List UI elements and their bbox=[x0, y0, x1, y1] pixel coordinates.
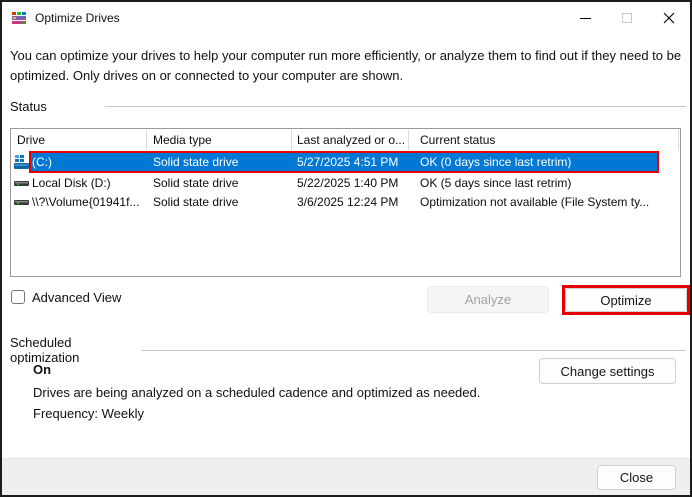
drive-row-volume[interactable]: \\?\Volume{01941f... Solid state drive 3… bbox=[11, 192, 680, 211]
drive-row-c[interactable]: (C:) Solid state drive 5/27/2025 4:51 PM… bbox=[11, 151, 680, 173]
optimize-drives-dialog: Optimize Drives You can optimize your dr… bbox=[0, 0, 692, 497]
drive-icon bbox=[14, 199, 29, 205]
column-header-current-status[interactable]: Current status bbox=[420, 129, 495, 151]
optimize-button[interactable]: Optimize bbox=[565, 288, 687, 312]
change-settings-button[interactable]: Change settings bbox=[539, 358, 676, 384]
scheduled-optimization-label: Scheduled optimization bbox=[10, 335, 80, 365]
cell-last-analyzed: 5/27/2025 4:51 PM bbox=[297, 155, 399, 169]
column-divider[interactable] bbox=[291, 130, 292, 150]
cell-media-type: Solid state drive bbox=[153, 175, 239, 190]
close-icon bbox=[663, 12, 675, 24]
close-button[interactable]: Close bbox=[597, 465, 676, 490]
cell-last-analyzed: 5/22/2025 1:40 PM bbox=[297, 175, 399, 190]
system-drive-icon bbox=[14, 155, 29, 169]
minimize-icon bbox=[579, 17, 591, 19]
divider bbox=[105, 106, 686, 107]
drive-list: Drive Media type Last analyzed or o... C… bbox=[10, 128, 681, 277]
advanced-view-label: Advanced View bbox=[32, 290, 122, 305]
column-header-drive[interactable]: Drive bbox=[17, 129, 45, 151]
status-section-heading: Status bbox=[10, 99, 686, 114]
drive-icon bbox=[14, 180, 29, 186]
cell-current-status: Optimization not available (File System … bbox=[420, 194, 650, 209]
drive-row-d[interactable]: Local Disk (D:) Solid state drive 5/22/2… bbox=[11, 173, 680, 192]
cell-current-status: OK (0 days since last retrim) bbox=[420, 155, 572, 169]
cell-last-analyzed: 3/6/2025 12:24 PM bbox=[297, 194, 399, 209]
maximize-button bbox=[610, 2, 644, 34]
drive-list-header: Drive Media type Last analyzed or o... C… bbox=[11, 129, 680, 151]
maximize-icon bbox=[622, 13, 632, 23]
window-title: Optimize Drives bbox=[35, 11, 120, 25]
cell-media-type: Solid state drive bbox=[153, 155, 239, 169]
optimize-annotation-red-box: Optimize bbox=[562, 285, 690, 315]
divider bbox=[141, 349, 686, 351]
intro-line-1: You can optimize your drives to help you… bbox=[10, 48, 682, 63]
scheduled-description: Drives are being analyzed on a scheduled… bbox=[33, 385, 481, 400]
analyze-button: Analyze bbox=[427, 286, 549, 313]
cell-current-status: OK (5 days since last retrim) bbox=[420, 175, 572, 190]
column-divider[interactable] bbox=[146, 130, 147, 150]
scheduled-state: On bbox=[33, 362, 52, 377]
column-divider[interactable] bbox=[678, 130, 679, 150]
optimize-drives-app-icon bbox=[12, 12, 26, 24]
scheduled-frequency: Frequency: Weekly bbox=[33, 406, 145, 421]
status-label: Status bbox=[10, 99, 47, 114]
intro-line-2: optimized. Only drives on or connected t… bbox=[10, 68, 404, 83]
advanced-view-checkbox[interactable] bbox=[11, 290, 25, 304]
intro-text: You can optimize your drives to help you… bbox=[10, 46, 686, 86]
title-bar: Optimize Drives bbox=[2, 2, 690, 34]
cell-drive: Local Disk (D:) bbox=[32, 175, 111, 190]
column-header-last-analyzed[interactable]: Last analyzed or o... bbox=[297, 129, 405, 151]
minimize-button[interactable] bbox=[568, 2, 602, 34]
close-window-button[interactable] bbox=[652, 2, 686, 34]
column-header-media-type[interactable]: Media type bbox=[153, 129, 212, 151]
dialog-footer: Close bbox=[2, 458, 690, 495]
cell-drive: (C:) bbox=[32, 155, 52, 169]
cell-media-type: Solid state drive bbox=[153, 194, 239, 209]
column-divider[interactable] bbox=[408, 130, 409, 150]
cell-drive: \\?\Volume{01941f... bbox=[32, 194, 140, 209]
